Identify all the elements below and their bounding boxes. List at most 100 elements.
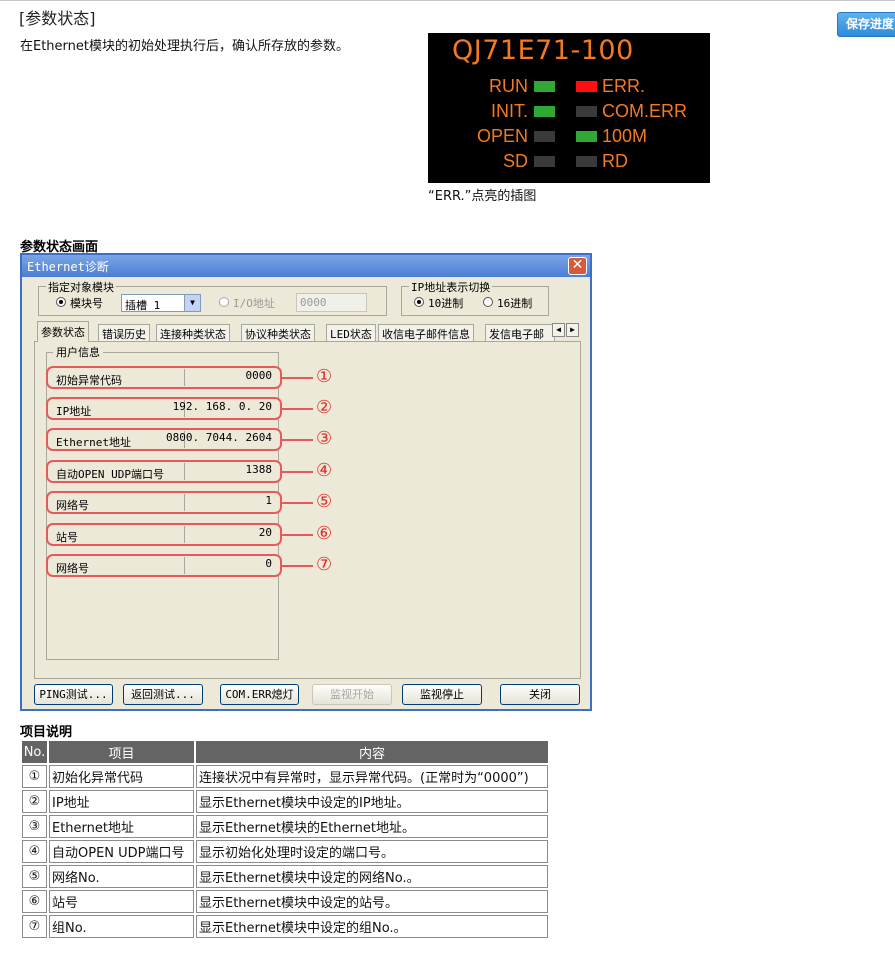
close-icon[interactable]: ✕ [568, 257, 587, 275]
row-value: 0000 [245, 369, 273, 382]
tab-connection-status[interactable]: 连接种类状态 [156, 324, 230, 341]
callout-marker: ① [316, 366, 333, 387]
led-sd-indicator [534, 156, 555, 167]
chevron-down-icon[interactable]: ▼ [184, 295, 200, 311]
hex-radio[interactable] [483, 297, 493, 307]
led-run-indicator [534, 81, 555, 92]
callout-marker: ② [316, 397, 333, 418]
dialog-title: Ethernet诊断 [27, 260, 109, 274]
row-content: 显示Ethernet模块中设定的站号。 [196, 890, 548, 913]
ethernet-diagnostics-dialog: Ethernet诊断 ✕ 指定对象模块 模块号 插槽 1 ▼ I/O地址 000… [20, 253, 592, 711]
row-divider [184, 463, 185, 480]
io-address-input[interactable]: 0000 [296, 293, 367, 312]
row-label: IP地址 [56, 405, 92, 418]
module-no-label: 模块号 [70, 297, 103, 310]
decimal-radio[interactable] [414, 297, 424, 307]
io-address-radio[interactable] [219, 297, 229, 307]
row-value: 20 [258, 526, 272, 539]
row-item: IP地址 [49, 790, 194, 813]
row-divider [184, 557, 185, 574]
tab-error-history[interactable]: 错误历史 [98, 324, 150, 341]
callout-line [282, 502, 313, 504]
tab-parameter-status[interactable]: 参数状态 [37, 321, 89, 342]
callout-marker: ⑦ [316, 554, 333, 575]
row-item: Ethernet地址 [49, 815, 194, 838]
row-no: ④ [22, 840, 47, 863]
tab-scroll-left-icon[interactable]: ◀ [552, 323, 565, 337]
row-item: 组No. [49, 915, 194, 938]
top-divider [0, 0, 895, 1]
row-divider [184, 526, 185, 543]
slot-select-value: 插槽 1 [125, 299, 161, 312]
led-panel-illustration: QJ71E71-100 RUN ERR. INIT. COM.ERR OPEN … [428, 33, 710, 183]
row-value: 1388 [245, 463, 273, 476]
led-label-err: ERR. [602, 76, 646, 96]
led-label-100m: 100M [602, 126, 648, 146]
row-content: 显示初始化处理时设定的端口号。 [196, 840, 548, 863]
loopback-test-button[interactable]: 返回测试... [123, 684, 203, 705]
led-caption: “ERR.”点亮的插图 [428, 189, 537, 204]
hex-label: 16进制 [497, 297, 533, 310]
target-module-legend: 指定对象模块 [46, 279, 116, 295]
group-no-row: 网络号 0 [46, 554, 282, 577]
row-label: 站号 [56, 531, 78, 544]
row-label: Ethernet地址 [56, 436, 131, 449]
module-model-label: QJ71E71-100 [452, 35, 634, 66]
callout-line [282, 439, 313, 441]
callout-line [282, 377, 313, 379]
callout-marker: ⑤ [316, 491, 333, 512]
save-progress-button[interactable]: 保存进度 [837, 12, 895, 37]
led-label-init: INIT. [490, 101, 528, 121]
row-content: 显示Ethernet模块中设定的组No.。 [196, 915, 548, 938]
row-value: 192. 168. 0. 20 [172, 400, 272, 413]
tab-received-email[interactable]: 收信电子邮件信息 [378, 324, 474, 341]
callout-marker: ③ [316, 428, 333, 449]
table-row: ③ Ethernet地址 显示Ethernet模块的Ethernet地址。 [22, 815, 548, 838]
close-button[interactable]: 关闭 [500, 684, 580, 705]
slot-select[interactable]: 插槽 1 ▼ [121, 294, 201, 312]
module-no-radio[interactable] [56, 297, 66, 307]
led-100m-indicator [576, 131, 597, 142]
user-info-legend: 用户信息 [53, 344, 103, 360]
row-label: 自动OPEN UDP端口号 [56, 468, 164, 481]
callout-marker: ⑥ [316, 523, 333, 544]
row-no: ⑤ [22, 865, 47, 888]
tab-scroll-right-icon[interactable]: ▶ [566, 323, 579, 337]
callout-marker: ④ [316, 460, 333, 481]
monitor-start-button[interactable]: 监视开始 [312, 684, 392, 705]
network-no-row: 网络号 1 [46, 491, 282, 514]
row-divider [184, 369, 185, 386]
row-item: 站号 [49, 890, 194, 913]
section-title: [参数状态] [19, 9, 96, 28]
description-table: No. 项目 内容 ① 初始化异常代码 连接状况中有异常时，显示异常代码。(正常… [20, 739, 550, 940]
decimal-label: 10进制 [428, 297, 464, 310]
header-item: 项目 [49, 741, 194, 763]
monitor-stop-button[interactable]: 监视停止 [402, 684, 482, 705]
ping-test-button[interactable]: PING测试... [34, 684, 113, 705]
tab-sent-email[interactable]: 发信电子邮 [485, 324, 555, 341]
tab-strip: 参数状态 错误历史 连接种类状态 协议种类状态 LED状态 收信电子邮件信息 发… [34, 321, 579, 342]
table-row: ④ 自动OPEN UDP端口号 显示初始化处理时设定的端口号。 [22, 840, 548, 863]
station-no-row: 站号 20 [46, 523, 282, 546]
tab-protocol-status[interactable]: 协议种类状态 [241, 324, 315, 341]
com-err-off-button[interactable]: COM.ERR熄灯 [220, 684, 299, 705]
led-label-open: OPEN [476, 126, 528, 146]
callout-line [282, 565, 313, 567]
io-address-label: I/O地址 [233, 297, 275, 310]
tab-led-status[interactable]: LED状态 [326, 324, 376, 341]
row-value: 0 [265, 557, 272, 570]
callout-line [282, 534, 313, 536]
led-label-run: RUN [489, 76, 528, 96]
row-no: ② [22, 790, 47, 813]
row-label: 网络号 [56, 562, 89, 575]
row-item: 初始化异常代码 [49, 765, 194, 788]
row-content: 显示Ethernet模块的Ethernet地址。 [196, 815, 548, 838]
row-no: ⑥ [22, 890, 47, 913]
ip-display-legend: IP地址表示切换 [409, 279, 493, 295]
led-label-com-err: COM.ERR [602, 101, 687, 121]
row-value: 0800. 7044. 2604 [166, 431, 272, 444]
row-no: ③ [22, 815, 47, 838]
row-item: 网络No. [49, 865, 194, 888]
row-no: ⑦ [22, 915, 47, 938]
table-row: ⑥ 站号 显示Ethernet模块中设定的站号。 [22, 890, 548, 913]
